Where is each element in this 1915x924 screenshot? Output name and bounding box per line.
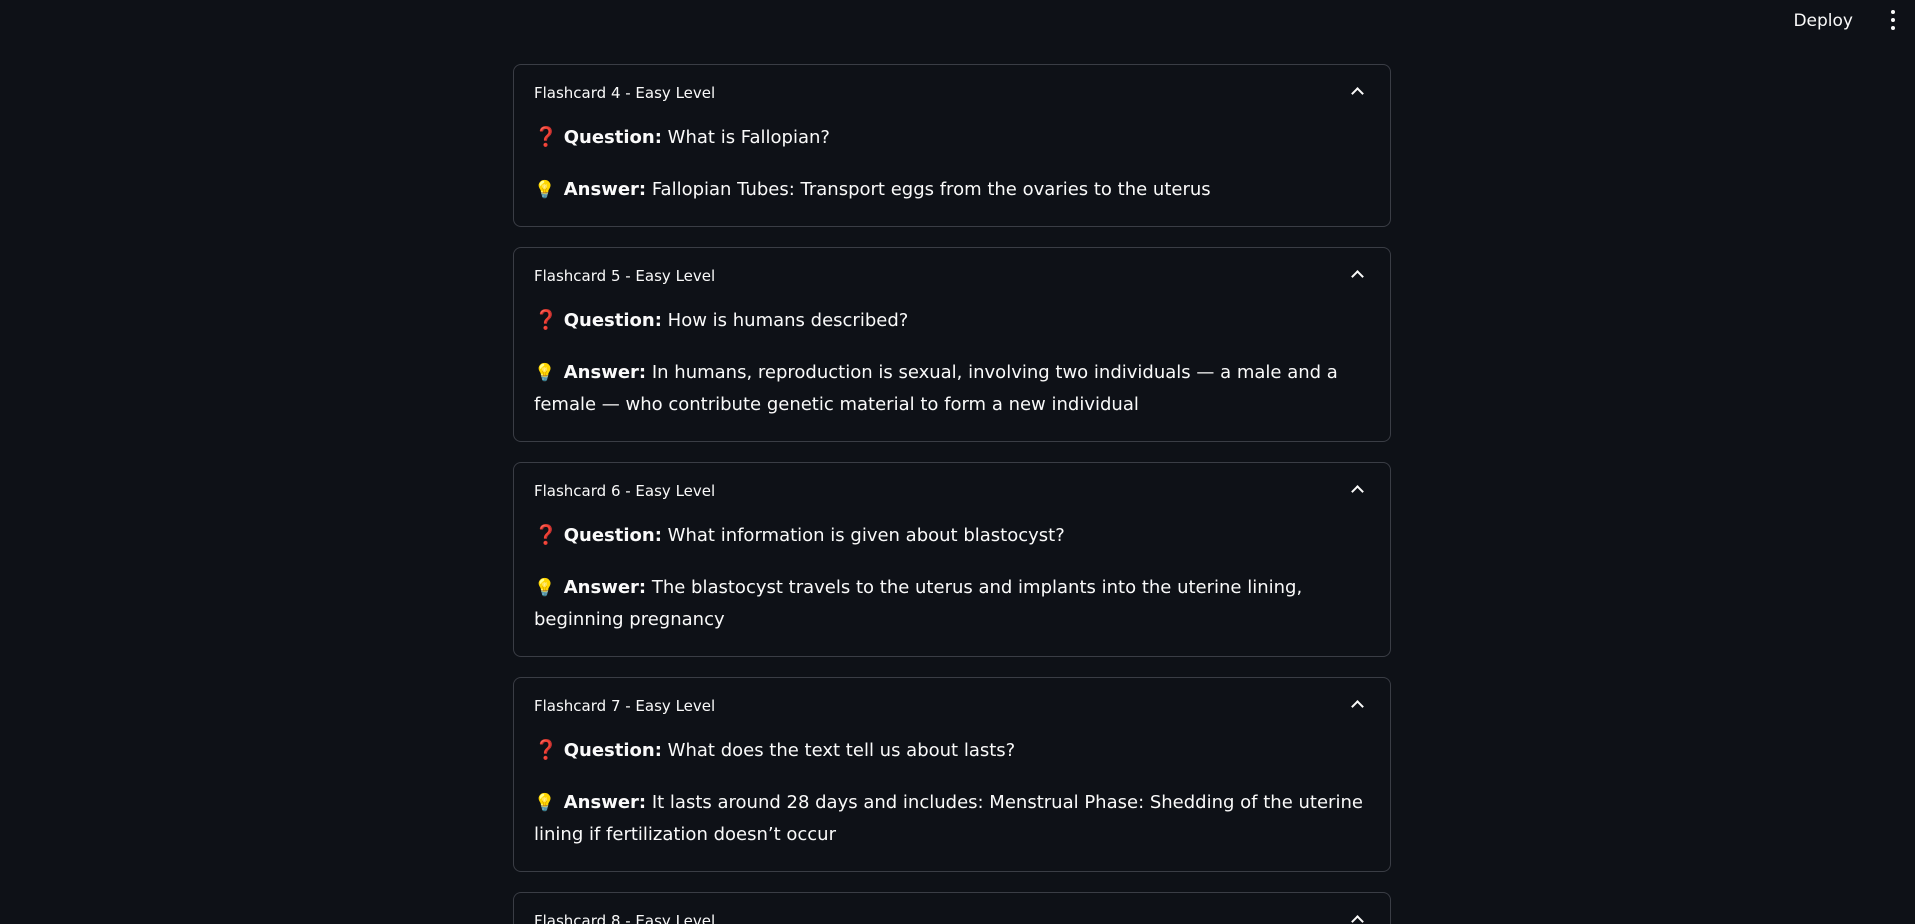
flashcard-list: Flashcard 4 - Easy Level ❓ Question: Wha… — [513, 64, 1393, 924]
flashcard-header[interactable]: Flashcard 4 - Easy Level — [514, 65, 1390, 121]
flashcard-title: Flashcard 6 - Easy Level — [534, 482, 716, 500]
flashcard-header[interactable]: Flashcard 7 - Easy Level — [514, 678, 1390, 734]
question-label: Question: — [563, 127, 662, 148]
question-mark-icon: ❓ — [534, 126, 558, 148]
menu-dot — [1891, 18, 1895, 22]
question-line: ❓ Question: What is Fallopian? — [534, 121, 1370, 154]
answer-line: 💡 Answer: In humans, reproduction is sex… — [534, 357, 1370, 421]
flashcard-expander: Flashcard 4 - Easy Level ❓ Question: Wha… — [513, 64, 1391, 227]
flashcard-expander: Flashcard 7 - Easy Level ❓ Question: Wha… — [513, 677, 1391, 872]
answer-label: Answer: — [563, 179, 647, 200]
question-mark-icon: ❓ — [534, 739, 558, 761]
flashcard-header[interactable]: Flashcard 6 - Easy Level — [514, 463, 1390, 519]
answer-line: 💡 Answer: It lasts around 28 days and in… — [534, 787, 1370, 851]
flashcard-title: Flashcard 5 - Easy Level — [534, 267, 716, 285]
flashcard-title: Flashcard 7 - Easy Level — [534, 697, 716, 715]
answer-label: Answer: — [563, 792, 647, 813]
more-options-icon[interactable] — [1887, 10, 1899, 30]
lightbulb-icon: 💡 — [534, 578, 556, 598]
flashcard-expander: Flashcard 6 - Easy Level ❓ Question: Wha… — [513, 462, 1391, 657]
answer-text: The blastocyst travels to the uterus and… — [534, 577, 1303, 630]
answer-line: 💡 Answer: Fallopian Tubes: Transport egg… — [534, 174, 1370, 206]
lightbulb-icon: 💡 — [534, 793, 556, 813]
flashcard-body: ❓ Question: How is humans described? 💡 A… — [514, 304, 1390, 441]
flashcard-header[interactable]: Flashcard 8 - Easy Level — [514, 893, 1390, 924]
question-label: Question: — [563, 740, 662, 761]
question-text: How is humans described? — [667, 310, 909, 331]
deploy-button[interactable]: Deploy — [1787, 7, 1859, 35]
question-line: ❓ Question: How is humans described? — [534, 304, 1370, 337]
chevron-up-icon[interactable] — [1351, 915, 1364, 924]
answer-label: Answer: — [563, 362, 647, 383]
menu-dot — [1891, 10, 1895, 14]
question-line: ❓ Question: What does the text tell us a… — [534, 734, 1370, 767]
app: Deploy Flashcard 4 - Easy Level ❓ Questi… — [0, 0, 1915, 924]
answer-text: It lasts around 28 days and includes: Me… — [534, 792, 1363, 845]
flashcard-title: Flashcard 4 - Easy Level — [534, 84, 716, 102]
question-mark-icon: ❓ — [534, 524, 558, 546]
lightbulb-icon: 💡 — [534, 363, 556, 383]
question-text: What information is given about blastocy… — [667, 525, 1065, 546]
top-bar: Deploy — [0, 0, 1915, 40]
answer-text: Fallopian Tubes: Transport eggs from the… — [651, 179, 1211, 200]
flashcard-expander: Flashcard 8 - Easy Level — [513, 892, 1391, 924]
menu-dot — [1891, 26, 1895, 30]
question-label: Question: — [563, 525, 662, 546]
question-label: Question: — [563, 310, 662, 331]
flashcard-expander: Flashcard 5 - Easy Level ❓ Question: How… — [513, 247, 1391, 442]
chevron-up-icon[interactable] — [1351, 87, 1364, 100]
answer-text: In humans, reproduction is sexual, invol… — [534, 362, 1338, 415]
flashcard-header[interactable]: Flashcard 5 - Easy Level — [514, 248, 1390, 304]
flashcard-body: ❓ Question: What information is given ab… — [514, 519, 1390, 656]
flashcard-body: ❓ Question: What is Fallopian? 💡 Answer:… — [514, 121, 1390, 226]
chevron-up-icon[interactable] — [1351, 700, 1364, 713]
question-text: What is Fallopian? — [667, 127, 830, 148]
chevron-up-icon[interactable] — [1351, 485, 1364, 498]
question-mark-icon: ❓ — [534, 309, 558, 331]
question-text: What does the text tell us about lasts? — [667, 740, 1016, 761]
lightbulb-icon: 💡 — [534, 180, 556, 200]
flashcard-body: ❓ Question: What does the text tell us a… — [514, 734, 1390, 871]
chevron-up-icon[interactable] — [1351, 270, 1364, 283]
answer-label: Answer: — [563, 577, 647, 598]
answer-line: 💡 Answer: The blastocyst travels to the … — [534, 572, 1370, 636]
flashcard-title: Flashcard 8 - Easy Level — [534, 912, 716, 924]
question-line: ❓ Question: What information is given ab… — [534, 519, 1370, 552]
